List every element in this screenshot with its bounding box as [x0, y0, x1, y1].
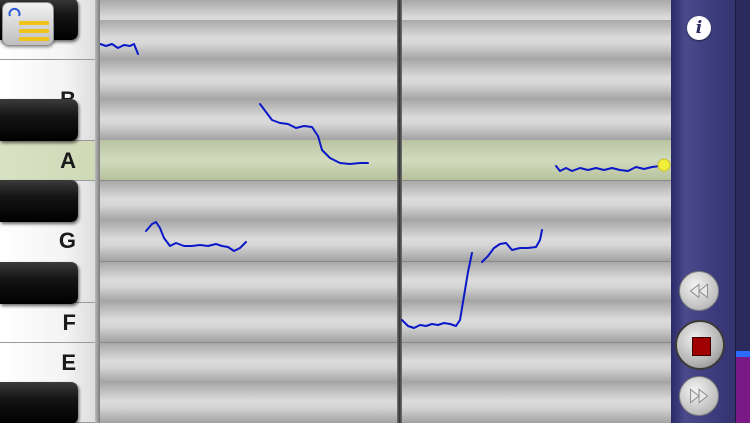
- pitch-segment: [259, 103, 369, 165]
- fast-forward-icon: [689, 388, 709, 404]
- pitch-segment: [100, 43, 139, 55]
- pitch-trace: [100, 43, 671, 329]
- fast-forward-button[interactable]: [679, 376, 719, 416]
- piano-key-f[interactable]: F: [0, 303, 96, 343]
- menu-button[interactable]: [2, 2, 54, 46]
- pitch-segment: [145, 221, 247, 252]
- key-label-a: A: [60, 147, 76, 173]
- pitch-segment: [481, 229, 543, 263]
- piano-keyboard: C4 B A G F E: [0, 0, 100, 423]
- pitch-segment: [401, 252, 473, 329]
- piano-key-f-sharp[interactable]: [0, 262, 78, 304]
- stop-button[interactable]: [675, 320, 725, 370]
- piano-key-g-sharp[interactable]: [0, 180, 78, 222]
- menu-icon: [19, 21, 49, 41]
- info-button[interactable]: i: [687, 16, 711, 40]
- pitch-tracker-app: C4 B A G F E: [0, 0, 750, 423]
- piano-key-d-sharp[interactable]: [0, 382, 78, 423]
- pitch-grid: [100, 0, 671, 423]
- pitch-cursor: [657, 158, 671, 172]
- piano-key-a-sharp[interactable]: [0, 99, 78, 141]
- input-level-fill: [736, 351, 750, 423]
- piano-key-a[interactable]: A: [0, 141, 96, 181]
- pitch-segment: [555, 165, 661, 172]
- key-label-e: E: [61, 350, 76, 375]
- refresh-icon: [8, 7, 21, 17]
- rewind-button[interactable]: [679, 271, 719, 311]
- key-label-g: G: [58, 228, 76, 253]
- key-label-f: F: [62, 309, 76, 335]
- input-level-meter: [735, 0, 750, 423]
- stop-icon: [692, 337, 711, 356]
- sidebar: i: [671, 0, 750, 423]
- rewind-icon: [689, 283, 709, 299]
